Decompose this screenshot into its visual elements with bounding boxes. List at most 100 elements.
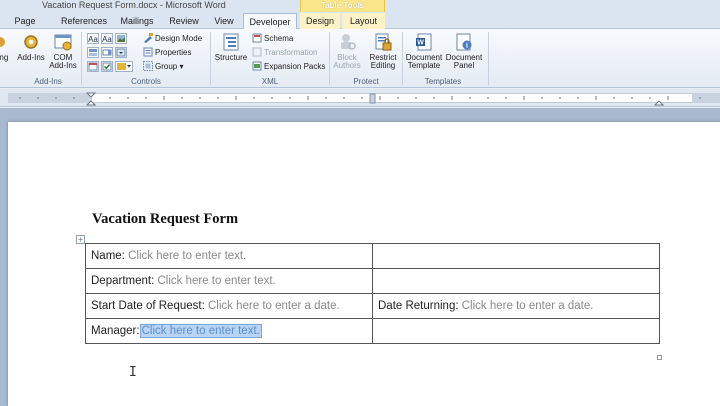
gear-icon	[24, 35, 38, 49]
document-panel-icon: i	[456, 33, 472, 51]
field-label-manager: Manager:	[91, 325, 140, 337]
lock-document-icon	[375, 33, 392, 51]
ribbon: ing Add-Ins COM Add-Ins Add-Ins Aa Aa	[0, 29, 720, 88]
tab-review[interactable]: Review	[164, 13, 204, 29]
name-content-control[interactable]: Click here to enter text.	[128, 250, 246, 262]
plain-text-control-button[interactable]: Aa	[101, 33, 113, 44]
table-cell[interactable]: Name: Click here to enter text.	[85, 243, 373, 269]
properties-button[interactable]: Properties	[143, 47, 191, 58]
gear-icon	[0, 37, 5, 47]
group-separator	[81, 32, 82, 85]
field-label-date-returning: Date Returning:	[378, 300, 459, 312]
expansion-packs-icon	[252, 61, 262, 71]
manager-content-control[interactable]: Click here to enter text.	[139, 324, 262, 338]
group-label-templates: Templates	[424, 77, 462, 86]
combo-box-control-button[interactable]	[101, 47, 113, 58]
tab-developer[interactable]: Developer	[243, 13, 297, 30]
word-document-icon: W	[416, 33, 432, 51]
group-separator	[210, 32, 211, 85]
horizontal-ruler[interactable]	[0, 89, 720, 107]
structure-icon	[223, 33, 239, 51]
department-content-control[interactable]: Click here to enter text.	[157, 275, 275, 287]
document-area: Vacation Request Form + Name: Click here…	[0, 108, 720, 406]
building-block-icon	[89, 49, 97, 56]
group-label-addins: Add-Ins	[34, 77, 62, 86]
tab-layout[interactable]: Layout	[342, 13, 385, 29]
rich-text-control-button[interactable]: Aa	[87, 33, 99, 44]
checkbox-icon	[102, 62, 112, 71]
svg-text:W: W	[417, 40, 424, 47]
document-template-button[interactable]: W Document Template	[404, 32, 444, 70]
tab-view[interactable]: View	[207, 13, 241, 29]
title-bar: Vacation Request Form.docx - Microsoft W…	[0, 0, 720, 12]
table-row: Name: Click here to enter text.	[85, 243, 660, 269]
table-cell[interactable]: Date Returning: Click here to enter a da…	[372, 293, 660, 319]
partial-button[interactable]: ing	[0, 32, 10, 62]
block-authors-button[interactable]: Block Authors	[331, 32, 363, 70]
table-cell[interactable]: Manager: Click here to enter text.	[85, 318, 373, 344]
com-add-ins-button[interactable]: COM Add-Ins	[48, 32, 78, 70]
svg-text:i: i	[466, 42, 468, 50]
transformation-button[interactable]: Transformation	[252, 47, 318, 58]
legacy-tools-icon	[117, 63, 131, 70]
tab-references[interactable]: References	[56, 13, 112, 29]
properties-icon	[143, 47, 153, 57]
schema-button[interactable]: Schema	[252, 33, 293, 44]
table-row: Department: Click here to enter text.	[85, 268, 660, 294]
calendar-icon	[88, 62, 98, 71]
expansion-packs-button[interactable]: Expansion Packs	[252, 61, 325, 72]
start-date-content-control[interactable]: Click here to enter a date.	[208, 300, 340, 312]
legacy-tools-button[interactable]	[115, 61, 133, 72]
ribbon-tab-row: Page Layout References Mailings Review V…	[0, 12, 720, 42]
table-resize-handle[interactable]	[657, 355, 662, 360]
table-cell[interactable]	[372, 268, 660, 294]
document-page[interactable]: Vacation Request Form + Name: Click here…	[8, 122, 720, 406]
table-tools-label: Table Tools	[300, 0, 385, 12]
request-form-table: Name: Click here to enter text. Departme…	[85, 243, 660, 344]
group-icon	[143, 61, 153, 71]
structure-button[interactable]: Structure	[213, 32, 249, 62]
transformation-icon	[252, 47, 262, 57]
text-cursor-icon: I	[129, 365, 137, 380]
field-label-start-date: Start Date of Request:	[91, 300, 205, 312]
group-separator	[329, 32, 330, 85]
group-label-xml: XML	[261, 77, 279, 86]
com-add-ins-icon	[54, 34, 72, 51]
schema-icon	[252, 33, 262, 43]
tab-page-layout[interactable]: Page Layout	[0, 13, 50, 42]
table-row: Manager: Click here to enter text.	[85, 318, 660, 344]
chevron-down-icon: ▾	[177, 62, 184, 71]
table-move-handle[interactable]: +	[76, 235, 85, 244]
building-block-control-button[interactable]	[87, 47, 99, 58]
add-ins-button[interactable]: Add-Ins	[16, 32, 46, 62]
field-label-name: Name:	[91, 250, 125, 262]
date-returning-content-control[interactable]: Click here to enter a date.	[462, 300, 594, 312]
restrict-editing-button[interactable]: Restrict Editing	[366, 32, 400, 70]
design-mode-icon	[144, 33, 153, 43]
table-row: Start Date of Request: Click here to ent…	[85, 293, 660, 319]
document-heading: Vacation Request Form	[92, 211, 239, 227]
window-title: Vacation Request Form.docx - Microsoft W…	[42, 0, 226, 10]
group-separator	[488, 32, 489, 85]
drop-down-icon	[116, 48, 126, 57]
table-cell[interactable]	[372, 243, 660, 269]
checkbox-control-button[interactable]	[101, 61, 113, 72]
field-label-department: Department:	[91, 275, 155, 287]
tab-design[interactable]: Design	[300, 13, 340, 29]
ruler-ticks	[19, 92, 701, 106]
group-button[interactable]: Group ▾	[143, 61, 183, 72]
table-cell[interactable]	[372, 318, 660, 344]
group-label-protect: Protect	[353, 77, 379, 86]
block-authors-icon	[341, 34, 356, 50]
document-panel-button[interactable]: i Document Panel	[444, 32, 484, 70]
drop-down-control-button[interactable]	[115, 47, 127, 58]
combo-box-icon	[102, 49, 112, 56]
design-mode-button[interactable]: Design Mode	[143, 33, 202, 44]
picture-icon	[117, 35, 125, 42]
group-separator	[402, 32, 403, 85]
date-picker-control-button[interactable]	[87, 61, 99, 72]
table-cell[interactable]: Start Date of Request: Click here to ent…	[85, 293, 373, 319]
picture-control-button[interactable]	[115, 33, 127, 44]
table-cell[interactable]: Department: Click here to enter text.	[85, 268, 373, 294]
tab-mailings[interactable]: Mailings	[114, 13, 160, 29]
